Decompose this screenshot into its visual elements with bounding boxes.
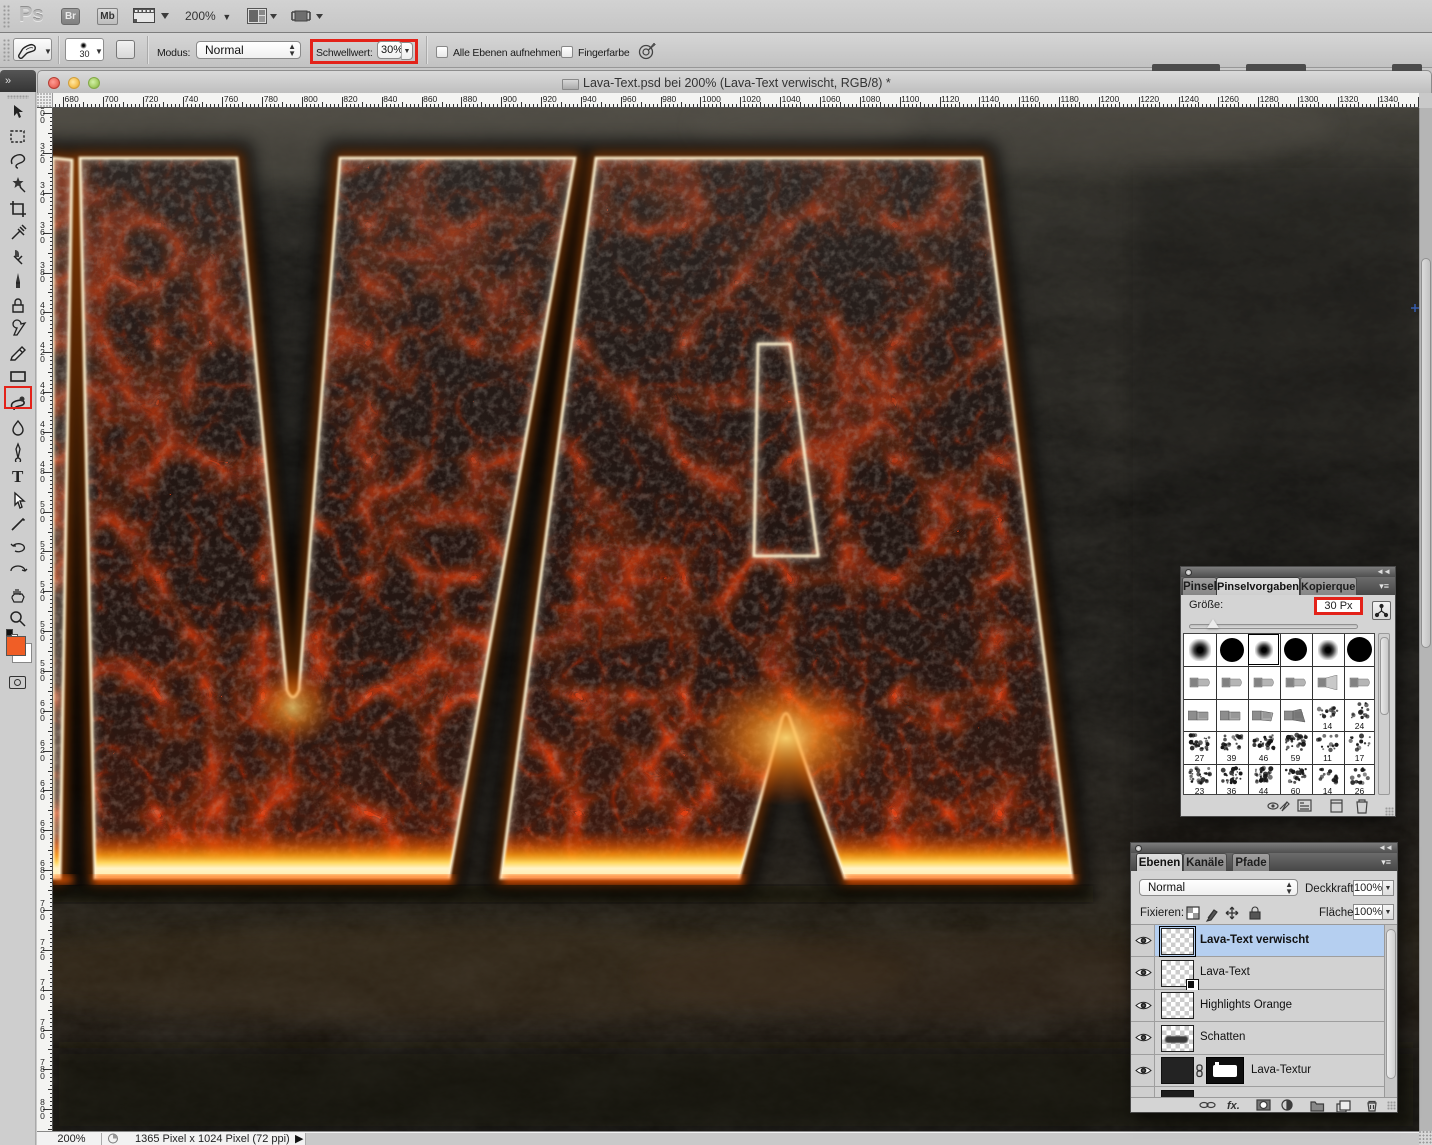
svg-text:fx.: fx. — [1227, 1100, 1240, 1112]
svg-text:T: T — [12, 467, 24, 486]
